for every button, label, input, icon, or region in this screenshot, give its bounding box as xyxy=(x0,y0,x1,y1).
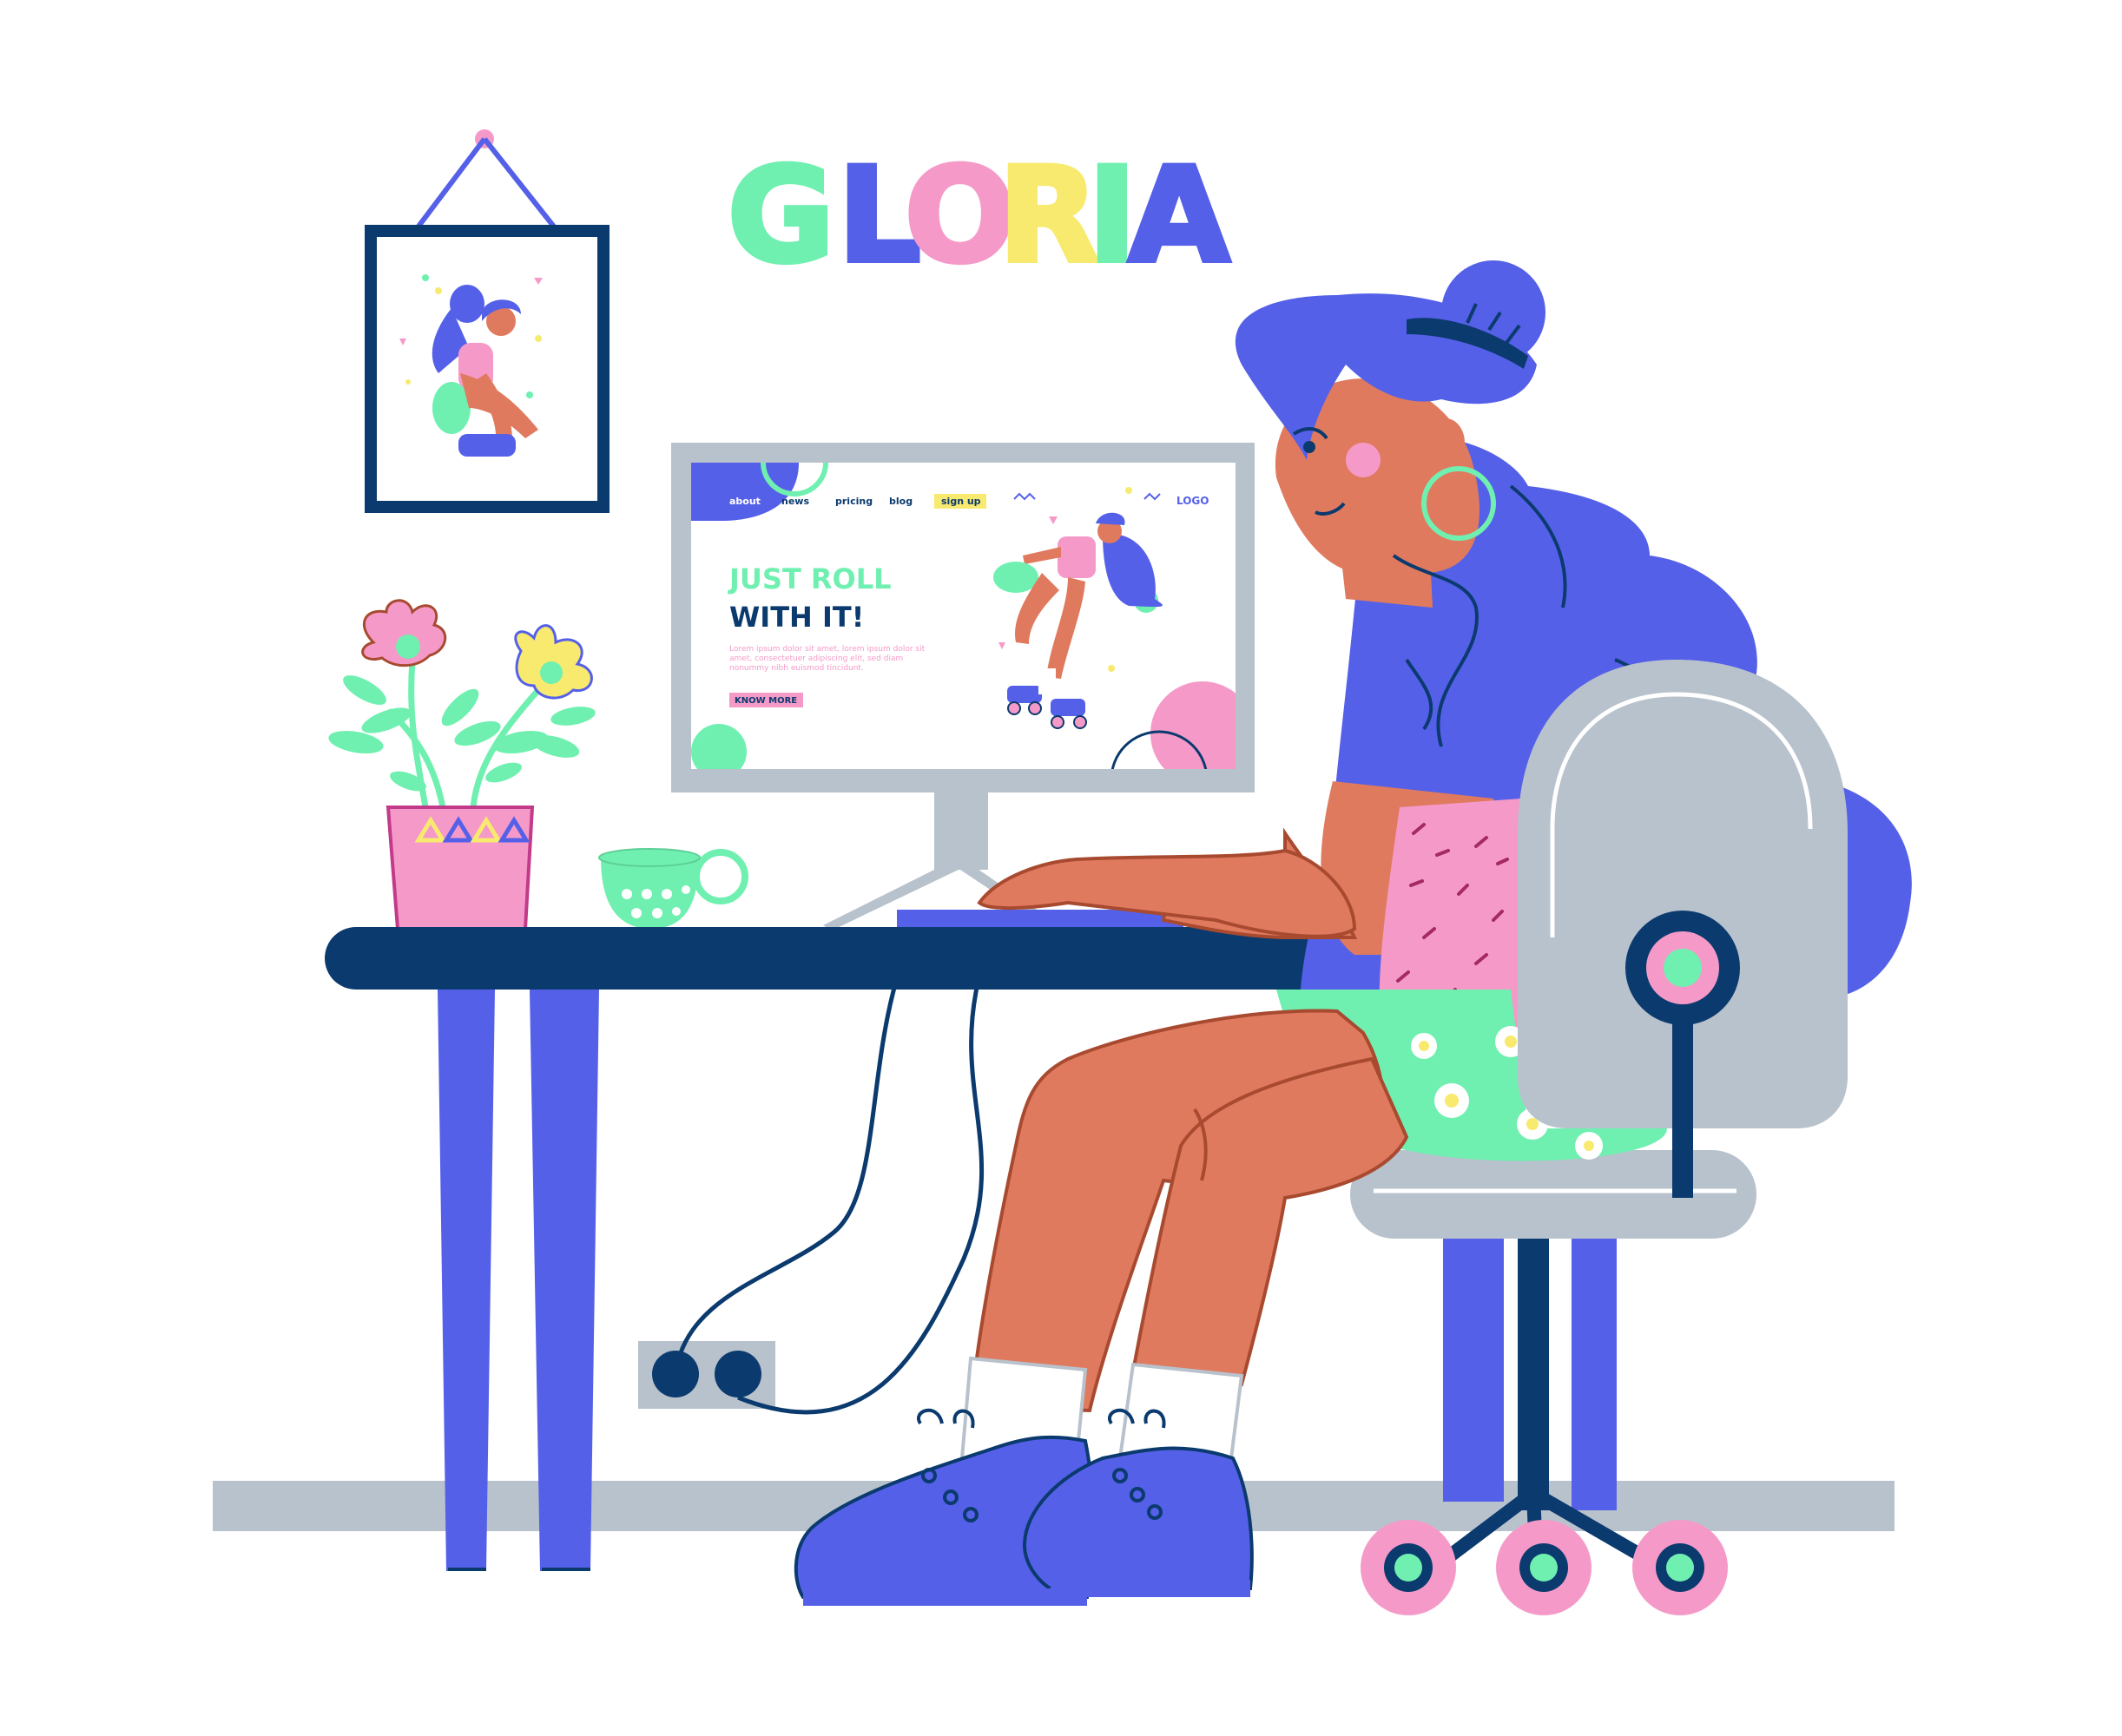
pink-flower xyxy=(361,599,447,667)
screen-body-line-1: Lorem ipsum dolor sit amet, lorem ipsum … xyxy=(729,645,926,654)
screen-nav-pricing: pricing xyxy=(835,496,873,507)
screen-headline-line1: JUST ROLL xyxy=(728,562,892,595)
workspace-illustration: G L O R I A about news pricing blog sign… xyxy=(213,129,1912,1615)
title-letter-a: A xyxy=(1129,141,1229,292)
screen-headline-line2: WITH IT! xyxy=(729,601,864,634)
wall-socket xyxy=(638,1341,775,1409)
screen-logo: LOGO xyxy=(1176,495,1209,507)
wall-picture-frame xyxy=(365,129,610,513)
title-letter-r: R xyxy=(998,141,1099,292)
gloria-title: G L O R I A xyxy=(725,138,1232,294)
screen-nav-signup: sign up xyxy=(941,496,981,507)
potted-plant xyxy=(328,599,596,930)
screen-nav-news: news xyxy=(781,496,809,507)
chair-back xyxy=(1518,660,1848,1198)
screen-nav-blog: blog xyxy=(889,496,913,507)
screen-body-line-3: nonummy nibh euismod tincidunt. xyxy=(729,664,864,673)
screen-nav-about: about xyxy=(729,496,761,507)
yellow-flower xyxy=(514,624,593,700)
title-letter-g: G xyxy=(728,141,834,292)
screen-know-more-label: KNOW MORE xyxy=(735,696,797,706)
teacup xyxy=(598,848,748,929)
computer-monitor: about news pricing blog sign up LOGO JUS… xyxy=(671,443,1255,792)
office-chair xyxy=(1350,1150,1756,1615)
screen-body-line-2: amet, consectetuer adipiscing elit, sed … xyxy=(729,654,903,663)
